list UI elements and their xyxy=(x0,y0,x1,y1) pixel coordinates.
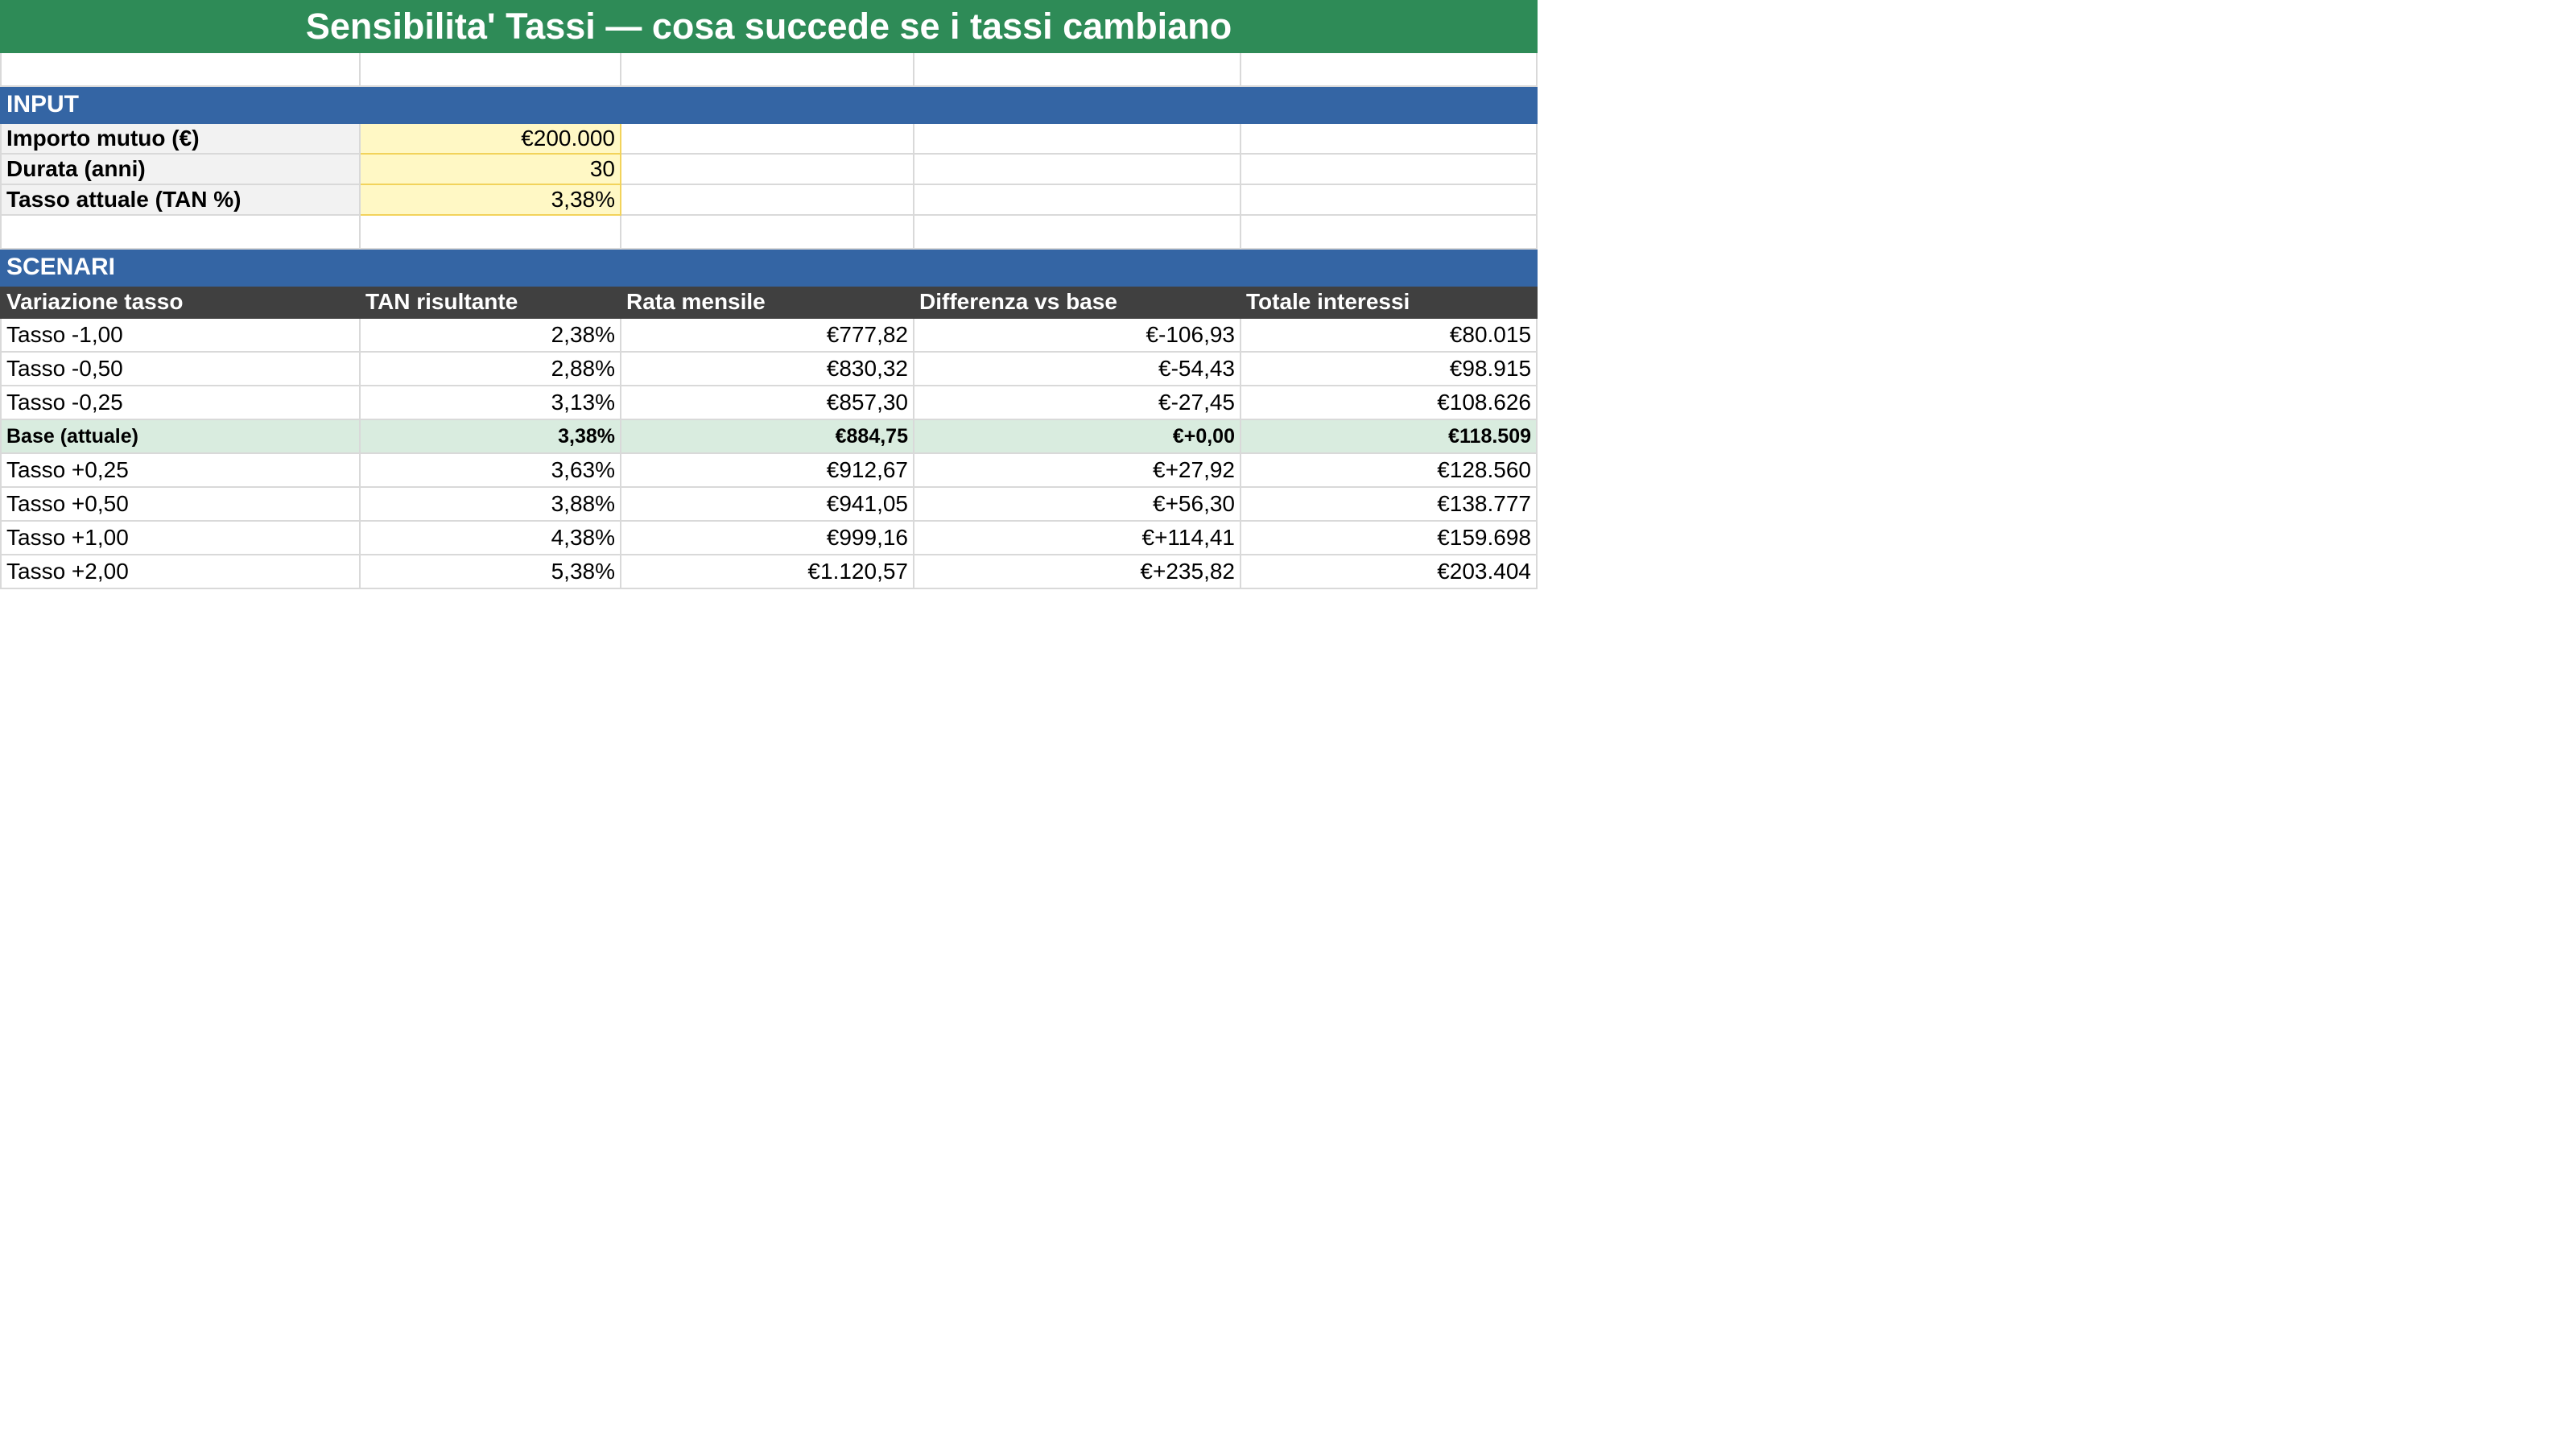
column-header-interessi[interactable]: Totale interessi xyxy=(1239,285,1538,319)
scenari-section-label[interactable]: SCENARI xyxy=(0,248,361,287)
interessi-cell[interactable]: €159.698 xyxy=(1239,520,1538,555)
tan-cell[interactable]: 3,13% xyxy=(359,385,621,420)
variazione-cell[interactable]: Tasso -0,25 xyxy=(0,385,361,420)
input-row-durata: Durata (anni) 30 xyxy=(0,153,1538,185)
interessi-cell[interactable]: €80.015 xyxy=(1239,317,1538,353)
empty-cell[interactable] xyxy=(0,214,361,250)
empty-cell[interactable] xyxy=(359,214,621,250)
column-header-differenza[interactable]: Differenza vs base xyxy=(913,285,1241,319)
tan-cell[interactable]: 3,88% xyxy=(359,486,621,522)
empty-cell[interactable] xyxy=(913,122,1241,155)
interessi-cell[interactable]: €98.915 xyxy=(1239,351,1538,386)
empty-cell[interactable] xyxy=(359,248,621,287)
rata-cell[interactable]: €912,67 xyxy=(620,452,914,488)
differenza-cell[interactable]: €+56,30 xyxy=(913,486,1241,522)
differenza-cell[interactable]: €-27,45 xyxy=(913,385,1241,420)
empty-cell[interactable] xyxy=(1239,184,1538,216)
table-row: Tasso +0,25 3,63% €912,67 €+27,92 €128.5… xyxy=(0,452,1538,488)
empty-cell[interactable] xyxy=(620,214,914,250)
rata-cell[interactable]: €777,82 xyxy=(620,317,914,353)
empty-cell[interactable] xyxy=(1239,52,1538,87)
empty-cell[interactable] xyxy=(620,153,914,185)
blank-row xyxy=(0,214,1538,250)
tan-cell[interactable]: 3,63% xyxy=(359,452,621,488)
empty-cell[interactable] xyxy=(359,85,621,124)
input-label[interactable]: Durata (anni) xyxy=(0,153,361,185)
variazione-cell[interactable]: Tasso +2,00 xyxy=(0,554,361,589)
table-row: Tasso -0,50 2,88% €830,32 €-54,43 €98.91… xyxy=(0,351,1538,386)
input-row-tasso: Tasso attuale (TAN %) 3,38% xyxy=(0,184,1538,216)
interessi-cell[interactable]: €118.509 xyxy=(1239,419,1538,454)
variazione-cell[interactable]: Tasso -1,00 xyxy=(0,317,361,353)
empty-cell[interactable] xyxy=(913,153,1241,185)
tan-cell[interactable]: 5,38% xyxy=(359,554,621,589)
empty-cell[interactable] xyxy=(913,184,1241,216)
table-row: Tasso -0,25 3,13% €857,30 €-27,45 €108.6… xyxy=(0,385,1538,420)
rata-cell[interactable]: €857,30 xyxy=(620,385,914,420)
tan-cell[interactable]: 2,38% xyxy=(359,317,621,353)
tasso-attuale-input[interactable]: 3,38% xyxy=(359,184,621,216)
tan-cell[interactable]: 3,38% xyxy=(359,419,621,454)
tan-cell[interactable]: 4,38% xyxy=(359,520,621,555)
empty-cell[interactable] xyxy=(620,52,914,87)
empty-cell[interactable] xyxy=(913,248,1241,287)
rata-cell[interactable]: €999,16 xyxy=(620,520,914,555)
importo-mutuo-input[interactable]: €200.000 xyxy=(359,122,621,155)
variazione-cell[interactable]: Tasso +0,50 xyxy=(0,486,361,522)
sheet-title[interactable]: Sensibilita' Tassi — cosa succede se i t… xyxy=(0,0,1538,53)
variazione-cell[interactable]: Base (attuale) xyxy=(0,419,361,454)
empty-cell[interactable] xyxy=(1239,85,1538,124)
table-row: Tasso +1,00 4,38% €999,16 €+114,41 €159.… xyxy=(0,520,1538,555)
table-row: Tasso -1,00 2,38% €777,82 €-106,93 €80.0… xyxy=(0,317,1538,353)
table-row: Tasso +0,50 3,88% €941,05 €+56,30 €138.7… xyxy=(0,486,1538,522)
variazione-cell[interactable]: Tasso -0,50 xyxy=(0,351,361,386)
tan-cell[interactable]: 2,88% xyxy=(359,351,621,386)
title-row: Sensibilita' Tassi — cosa succede se i t… xyxy=(0,0,1538,53)
interessi-cell[interactable]: €203.404 xyxy=(1239,554,1538,589)
interessi-cell[interactable]: €108.626 xyxy=(1239,385,1538,420)
durata-input[interactable]: 30 xyxy=(359,153,621,185)
empty-cell[interactable] xyxy=(913,85,1241,124)
column-header-variazione[interactable]: Variazione tasso xyxy=(0,285,361,319)
empty-cell[interactable] xyxy=(1239,153,1538,185)
empty-cell[interactable] xyxy=(620,184,914,216)
table-row-base: Base (attuale) 3,38% €884,75 €+0,00 €118… xyxy=(0,419,1538,454)
empty-cell[interactable] xyxy=(0,52,361,87)
empty-cell[interactable] xyxy=(620,122,914,155)
rata-cell[interactable]: €941,05 xyxy=(620,486,914,522)
interessi-cell[interactable]: €138.777 xyxy=(1239,486,1538,522)
spreadsheet-grid: Sensibilita' Tassi — cosa succede se i t… xyxy=(0,0,1538,589)
blank-row xyxy=(0,52,1538,87)
input-label[interactable]: Importo mutuo (€) xyxy=(0,122,361,155)
differenza-cell[interactable]: €+27,92 xyxy=(913,452,1241,488)
differenza-cell[interactable]: €-54,43 xyxy=(913,351,1241,386)
empty-cell[interactable] xyxy=(1239,122,1538,155)
differenza-cell[interactable]: €-106,93 xyxy=(913,317,1241,353)
column-header-row: Variazione tasso TAN risultante Rata men… xyxy=(0,285,1538,319)
interessi-cell[interactable]: €128.560 xyxy=(1239,452,1538,488)
column-header-rata[interactable]: Rata mensile xyxy=(620,285,914,319)
differenza-cell[interactable]: €+235,82 xyxy=(913,554,1241,589)
rata-cell[interactable]: €1.120,57 xyxy=(620,554,914,589)
differenza-cell[interactable]: €+0,00 xyxy=(913,419,1241,454)
column-header-tan[interactable]: TAN risultante xyxy=(359,285,621,319)
table-row: Tasso +2,00 5,38% €1.120,57 €+235,82 €20… xyxy=(0,554,1538,589)
empty-cell[interactable] xyxy=(620,248,914,287)
scenari-section-header: SCENARI xyxy=(0,248,1538,287)
differenza-cell[interactable]: €+114,41 xyxy=(913,520,1241,555)
rata-cell[interactable]: €884,75 xyxy=(620,419,914,454)
empty-cell[interactable] xyxy=(913,52,1241,87)
input-section-header: INPUT xyxy=(0,85,1538,124)
rata-cell[interactable]: €830,32 xyxy=(620,351,914,386)
empty-cell[interactable] xyxy=(620,85,914,124)
empty-cell[interactable] xyxy=(1239,248,1538,287)
variazione-cell[interactable]: Tasso +0,25 xyxy=(0,452,361,488)
empty-cell[interactable] xyxy=(913,214,1241,250)
empty-cell[interactable] xyxy=(1239,214,1538,250)
empty-cell[interactable] xyxy=(359,52,621,87)
input-section-label[interactable]: INPUT xyxy=(0,85,361,124)
variazione-cell[interactable]: Tasso +1,00 xyxy=(0,520,361,555)
input-label[interactable]: Tasso attuale (TAN %) xyxy=(0,184,361,216)
input-row-importo: Importo mutuo (€) €200.000 xyxy=(0,122,1538,155)
